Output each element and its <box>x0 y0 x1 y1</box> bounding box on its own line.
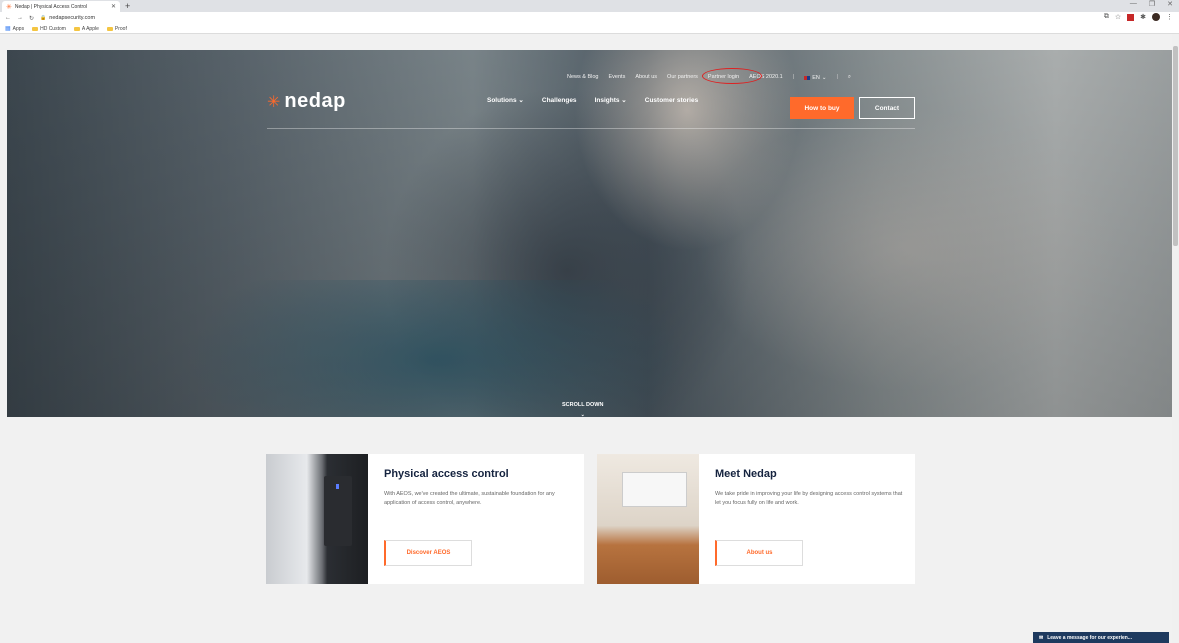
bookmark-item[interactable]: A Apple <box>73 26 99 32</box>
new-tab-icon[interactable]: + <box>125 1 130 11</box>
card-title: Meet Nedap <box>715 468 777 480</box>
page-scrollbar[interactable] <box>1172 34 1179 643</box>
nav-divider <box>267 128 915 129</box>
window-controls: — ❐ ✕ <box>1130 0 1173 8</box>
bookmark-item[interactable]: Proof <box>106 26 127 32</box>
page: News & Blog Events About us Our partners… <box>7 34 1172 643</box>
hero-banner: News & Blog Events About us Our partners… <box>7 50 1172 417</box>
chat-widget[interactable]: ✉ Leave a message for our experien... <box>1033 632 1169 643</box>
nav-about-us[interactable]: About us <box>635 74 657 81</box>
minimize-icon[interactable]: — <box>1130 0 1137 8</box>
tab-title: Nedap | Physical Access Control <box>14 3 88 10</box>
main-nav: Solutions ⌄ Challenges Insights ⌄ Custom… <box>487 96 698 105</box>
extension-icon[interactable] <box>1127 13 1135 21</box>
nav-news-blog[interactable]: News & Blog <box>567 74 599 81</box>
translate-icon[interactable]: ⧉ <box>1104 13 1109 21</box>
nav-insights[interactable]: Insights ⌄ <box>595 96 627 104</box>
bookmarks-bar: ▦ Apps HD Custom A Apple Proof <box>0 24 1179 34</box>
reload-icon[interactable]: ↻ <box>29 15 34 22</box>
nav-events[interactable]: Events <box>609 74 626 81</box>
search-icon[interactable]: ⌕ <box>848 74 851 81</box>
contact-button[interactable]: Contact <box>859 97 915 119</box>
language-selector[interactable]: EN ⌄ <box>804 74 826 81</box>
browser-tab[interactable]: ✳ Nedap | Physical Access Control ✕ <box>2 1 120 12</box>
about-us-button[interactable]: About us <box>715 540 803 566</box>
how-to-buy-button[interactable]: How to buy <box>790 97 854 119</box>
folder-icon <box>73 26 80 31</box>
card-photo-office <box>597 454 699 584</box>
chevron-down-icon: ⌄ <box>580 412 585 417</box>
back-icon[interactable]: ← <box>5 15 11 22</box>
star-icon[interactable]: ☆ <box>1115 13 1121 21</box>
nedap-logo[interactable]: ✳ nedap <box>267 90 346 113</box>
scroll-down-link[interactable]: SCROLL DOWN ⌄ <box>562 402 603 417</box>
card-title: Physical access control <box>384 468 509 480</box>
browser-toolbar: ← → ↻ 🔒 nedapsecurity.com ⧉ ☆ ✱ ⋮ <box>0 12 1179 24</box>
card-text: With AEOS, we've created the ultimate, s… <box>384 491 555 506</box>
menu-icon[interactable]: ⋮ <box>1166 13 1173 21</box>
profile-avatar[interactable] <box>1152 13 1160 21</box>
lock-icon[interactable]: 🔒 <box>40 15 46 21</box>
nav-partner-login[interactable]: Partner login <box>701 68 762 84</box>
envelope-icon: ✉ <box>1039 634 1044 641</box>
nedap-star-icon: ✳ <box>267 93 281 111</box>
utility-nav: News & Blog Events About us Our partners… <box>7 68 1172 86</box>
bookmark-item[interactable]: HD Custom <box>32 26 66 32</box>
close-icon[interactable]: ✕ <box>111 3 116 10</box>
nav-our-partners[interactable]: Our partners <box>667 74 698 81</box>
card-physical-access-control: Physical access control With AEOS, we've… <box>266 454 584 584</box>
apps-grid-icon: ▦ <box>5 26 11 32</box>
forward-icon[interactable]: → <box>17 15 23 22</box>
nav-customer-stories[interactable]: Customer stories <box>645 97 698 104</box>
uk-flag-icon <box>804 75 811 80</box>
card-photo-reader <box>266 454 368 584</box>
nedap-favicon-icon: ✳ <box>6 3 12 11</box>
nav-solutions[interactable]: Solutions ⌄ <box>487 96 524 104</box>
bookmark-apps[interactable]: ▦ Apps <box>5 25 24 33</box>
tab-strip: ✳ Nedap | Physical Access Control ✕ + — … <box>0 0 1179 12</box>
close-window-icon[interactable]: ✕ <box>1167 0 1173 8</box>
annotation-circle <box>701 68 762 84</box>
address-bar[interactable]: nedapsecurity.com <box>49 15 95 21</box>
folder-icon <box>32 26 39 31</box>
puzzle-icon[interactable]: ✱ <box>1140 13 1146 21</box>
card-text: We take pride in improving your life by … <box>715 491 903 506</box>
discover-aeos-button[interactable]: Discover AEOS <box>384 540 472 566</box>
maximize-icon[interactable]: ❐ <box>1149 0 1155 8</box>
card-meet-nedap: Meet Nedap We take pride in improving yo… <box>597 454 915 584</box>
extensions: ⧉ ☆ ✱ ⋮ <box>1104 13 1173 21</box>
folder-icon <box>106 26 113 31</box>
nav-challenges[interactable]: Challenges <box>542 97 577 104</box>
